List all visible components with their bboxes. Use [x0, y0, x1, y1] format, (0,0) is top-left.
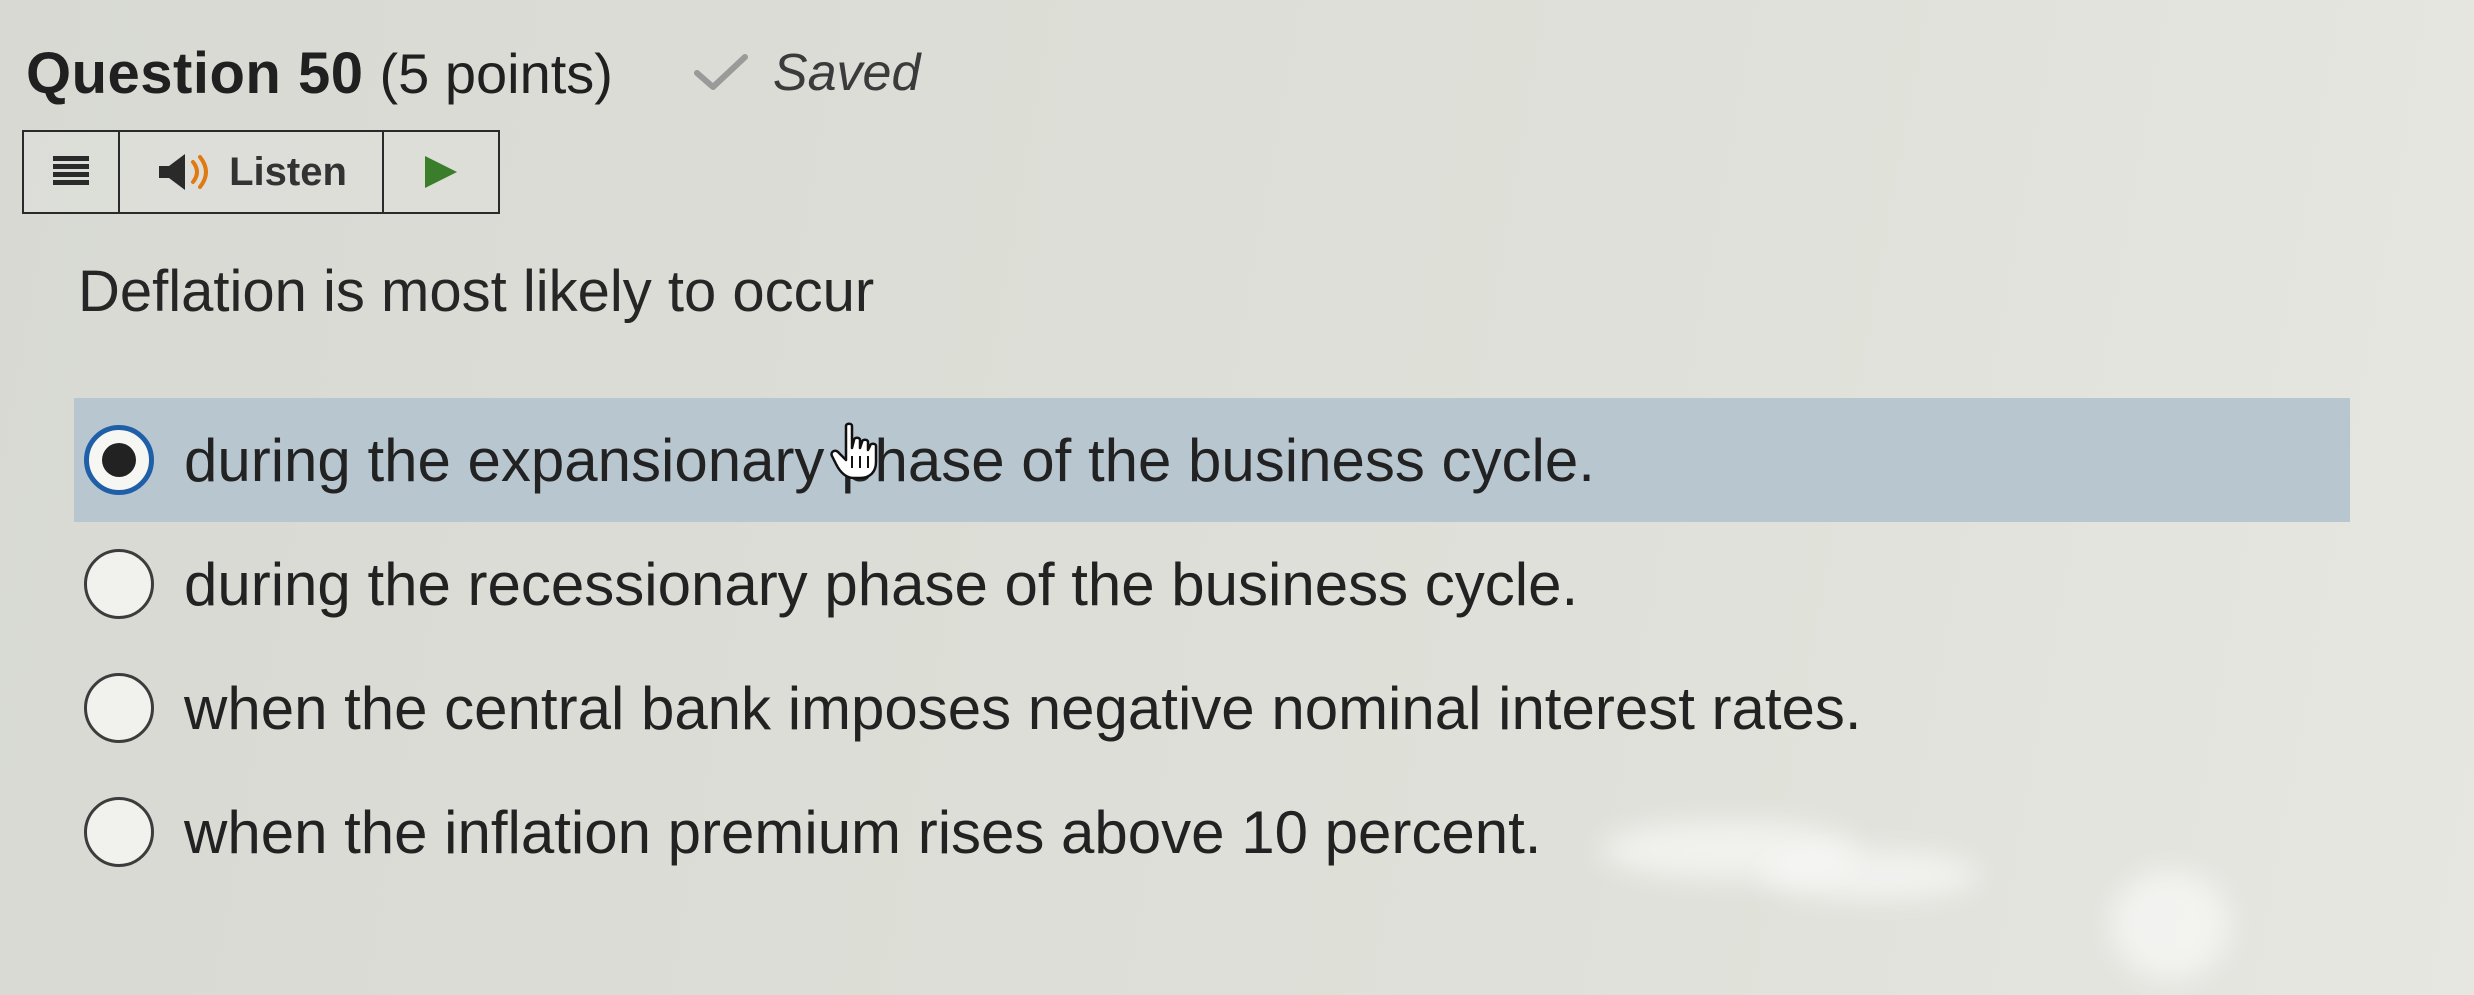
hand-pointer-icon	[830, 422, 878, 480]
play-icon	[425, 156, 457, 188]
option-label: during the expansionary phase of the bus…	[184, 426, 1595, 494]
screen-glare	[2110, 870, 2230, 980]
radio-button[interactable]	[84, 797, 154, 867]
menu-icon	[53, 156, 89, 185]
answer-option[interactable]: when the central bank imposes negative n…	[74, 646, 2350, 770]
answer-option[interactable]: when the inflation premium rises above 1…	[74, 770, 2350, 894]
question-header: Question 50 (5 points) Saved	[26, 28, 920, 118]
option-label: when the central bank imposes negative n…	[184, 674, 1862, 742]
answer-options: during the expansionary phase of the bus…	[74, 398, 2350, 894]
save-status: Saved	[693, 43, 920, 103]
saved-label: Saved	[772, 44, 921, 102]
listen-button[interactable]: Listen	[120, 132, 384, 212]
radio-dot	[102, 443, 136, 477]
play-button[interactable]	[384, 132, 498, 212]
option-label: when the inflation premium rises above 1…	[184, 798, 1542, 866]
question-points: (5 points)	[379, 41, 613, 105]
question-title: Question 50	[26, 40, 364, 106]
toolbar-menu-button[interactable]	[24, 132, 120, 212]
quiz-page: Question 50 (5 points) Saved Listen Defl…	[0, 0, 2474, 995]
speaker-icon	[159, 154, 209, 190]
radio-button[interactable]	[84, 673, 154, 743]
radio-button-selected[interactable]	[84, 425, 154, 495]
question-prompt: Deflation is most likely to occur	[78, 259, 875, 324]
answer-option[interactable]: during the recessionary phase of the bus…	[74, 522, 2350, 646]
option-label: during the recessionary phase of the bus…	[184, 550, 1579, 618]
screen-glare	[1760, 850, 1980, 900]
listen-toolbar: Listen	[22, 130, 500, 214]
radio-button[interactable]	[84, 549, 154, 619]
answer-option[interactable]: during the expansionary phase of the bus…	[74, 398, 2350, 522]
listen-label: Listen	[229, 149, 347, 194]
checkmark-icon	[693, 54, 748, 90]
